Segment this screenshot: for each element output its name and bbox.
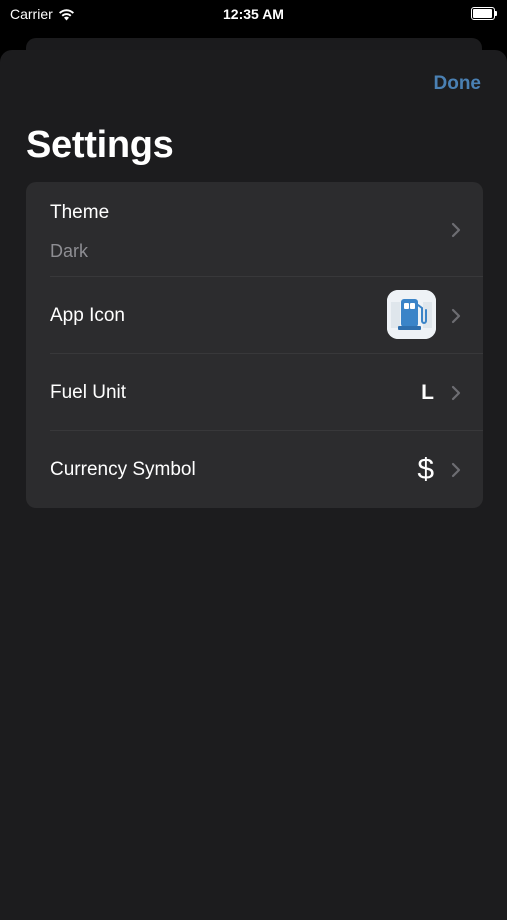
chevron-right-icon [451,385,461,401]
theme-row[interactable]: Theme Dark [26,182,483,277]
done-button[interactable]: Done [434,73,482,95]
app-icon-label: App Icon [50,304,125,326]
fuel-pump-app-icon [387,290,436,339]
settings-list: Theme Dark App Icon Fuel Unit L Currency… [26,182,483,508]
fuel-unit-value: L [421,380,434,404]
chevron-right-icon [451,222,461,238]
page-title: Settings [26,124,174,166]
theme-label: Theme [50,202,110,223]
fuel-unit-label: Fuel Unit [50,381,127,403]
currency-symbol-row[interactable]: Currency Symbol $ [26,431,483,508]
fuel-unit-row[interactable]: Fuel Unit L [26,354,483,431]
currency-symbol-value: $ [417,452,434,486]
chevron-right-icon [451,462,461,478]
chevron-right-icon [451,308,461,324]
currency-symbol-label: Currency Symbol [50,458,196,480]
app-icon-row[interactable]: App Icon [26,277,483,354]
theme-value: Dark [50,241,89,261]
status-time: 12:35 AM [223,6,284,22]
status-bar: Carrier 12:35 AM [0,0,507,30]
battery-icon [471,7,497,20]
